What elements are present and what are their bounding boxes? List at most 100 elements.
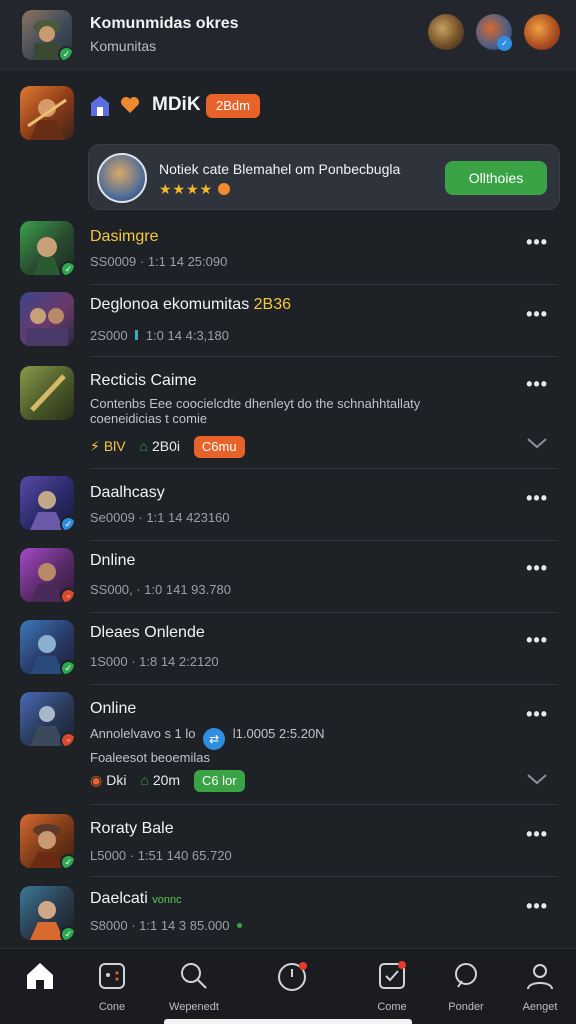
more-options-icon[interactable]: •••	[526, 304, 548, 325]
item-title-extra: vonnc	[152, 894, 182, 906]
description-line-1: Contenbs Eee coocielcdte dhenleyt do the…	[90, 396, 421, 411]
heroes-icon	[26, 308, 68, 346]
card-avatar	[97, 153, 147, 203]
chevron-down-icon[interactable]	[526, 436, 548, 450]
online-indicator-icon	[135, 330, 139, 340]
item-description: Contenbs Eee coocielcdte dhenleyt do the…	[90, 396, 450, 426]
divider	[90, 684, 558, 685]
featured-avatar[interactable]	[20, 86, 74, 140]
more-options-icon[interactable]: •••	[526, 374, 548, 395]
list-item[interactable]: ✓ Daelcati vonnc S8000 · 1:1 14 3 85.000…	[0, 880, 576, 946]
heart-icon	[121, 97, 139, 113]
item-meta: S8000 · 1:1 14 3 85.000	[90, 918, 243, 933]
status-badge-icon: ◦	[60, 588, 74, 602]
item-tag: C6mu	[193, 436, 245, 458]
nav-create[interactable]	[252, 959, 332, 1001]
divider	[90, 468, 558, 469]
item-avatar	[20, 292, 74, 346]
more-options-icon[interactable]: •••	[526, 630, 548, 651]
card-action-button[interactable]: Ollthoies	[445, 161, 547, 195]
description-text: Annolelvavo s 1 lo	[90, 726, 196, 741]
status-badge-icon: ◦	[60, 732, 74, 746]
description-line-1: Annolelvavo s 1 lo ⇄ l1.0005 2:5.20N	[90, 726, 470, 750]
item-description: Annolelvavo s 1 lo ⇄ l1.0005 2:5.20N Foa…	[90, 726, 470, 765]
home-shield-icon	[91, 96, 109, 116]
community-avatar[interactable]: ✓	[22, 10, 72, 60]
coin-icon	[218, 183, 231, 195]
item-meta: SS0009 · 1:1 14 25:090	[90, 254, 228, 269]
stat-2: 20m	[152, 772, 181, 788]
header-title: Komunmidas okres	[90, 15, 239, 32]
notification-card[interactable]: Notiek cate Blemahel om Ponbecbugla ★★★★…	[88, 144, 560, 210]
stat-1: Dki	[106, 772, 127, 788]
more-options-icon[interactable]: •••	[526, 704, 548, 725]
star-icons: ★★★★	[159, 181, 214, 197]
featured-tag: 2Bdm	[206, 94, 260, 118]
item-title: Online	[90, 700, 137, 717]
item-meta-text: S8000 · 1:1 14 3 85.000	[90, 918, 230, 933]
divider	[90, 612, 558, 613]
verified-badge-icon: ✓	[60, 926, 74, 940]
nav-games[interactable]: Cone	[72, 959, 152, 1013]
item-title: Recticis Caime	[90, 372, 197, 389]
item-meta: L5000 · 1:51 140 65.720	[90, 848, 232, 863]
more-options-icon[interactable]: •••	[526, 232, 548, 253]
list-item[interactable]: ✓ Dasimgre SS0009 · 1:1 14 25:090 •••	[0, 218, 576, 290]
item-avatar: ✓	[20, 620, 74, 674]
list-item[interactable]: Deglonoa ekomumitas 2B36 2S000 1:0 14 4:…	[0, 288, 576, 356]
verified-badge-icon: ✓	[60, 854, 74, 868]
chat-search-icon	[455, 963, 477, 988]
nav-games-label: Cone	[98, 1001, 126, 1013]
card-title: Notiek cate Blemahel om Ponbecbugla	[159, 161, 401, 177]
verified-badge-icon: ✓	[497, 36, 512, 51]
lightning-icon: ⚡	[90, 438, 100, 454]
share-icon: ⇄	[203, 728, 226, 750]
sword-icon	[30, 374, 66, 412]
timer-icon	[278, 962, 307, 991]
game-box-icon	[379, 961, 406, 989]
more-options-icon[interactable]: •••	[526, 824, 548, 845]
item-title: Deglonoa ekomumitas 2B36	[90, 296, 291, 314]
list-item[interactable]: ✓ Roraty Bale L5000 · 1:51 140 65.720 ••…	[0, 808, 576, 876]
item-avatar: ✓	[20, 886, 74, 940]
item-title: Dasimgre	[90, 228, 159, 245]
item-meta: 2S000 1:0 14 4:3,180	[90, 328, 229, 343]
bottom-navigation: Cone Wepenedt Come Ponder Aenget	[0, 948, 576, 1024]
member-avatar-3[interactable]	[524, 14, 560, 50]
home-indicator	[164, 1019, 412, 1024]
more-options-icon[interactable]: •••	[526, 558, 548, 579]
list-item[interactable]: ✓ Dleaes Onlende 1S000 · 1:8 14 2:2120 •…	[0, 616, 576, 684]
verified-badge-icon: ✓	[58, 46, 72, 60]
users-icon: ⌂	[139, 438, 148, 454]
nav-profile[interactable]: Ponder	[426, 959, 506, 1013]
item-meta: Se0009 · 1:1 14 423160	[90, 510, 230, 525]
stat-1: BlV	[103, 438, 126, 454]
item-title: Roraty Bale	[90, 820, 174, 837]
item-title: Daalhcasy	[90, 484, 165, 501]
item-meta-text: 2S000	[90, 328, 128, 343]
item-meta-extra: 1:0 14 4:3,180	[145, 328, 229, 343]
more-options-icon[interactable]: •••	[526, 896, 548, 917]
more-options-icon[interactable]: •••	[526, 488, 548, 509]
user-icon	[527, 964, 553, 990]
list-item-expanded[interactable]: ◦ Online Annolelvavo s 1 lo ⇄ l1.0005 2:…	[0, 688, 576, 804]
verified-badge-icon: ✓	[60, 516, 74, 530]
item-title-extra: 2B36	[253, 296, 292, 313]
description-line-2: coeneidicias t comie	[90, 411, 208, 426]
list-item[interactable]: ◦ Dnline SS000, · 1:0 141 93.780 •••	[0, 544, 576, 612]
featured-title: MDiK	[152, 94, 201, 115]
header-subtitle: Komunitas	[90, 38, 157, 54]
list-item[interactable]: ✓ Daalhcasy Se0009 · 1:1 14 423160 •••	[0, 472, 576, 540]
chevron-down-icon[interactable]	[526, 772, 548, 786]
item-avatar: ✓	[20, 476, 74, 530]
description-line-2: Foaleesot beoemilas	[90, 750, 210, 765]
nav-home[interactable]	[0, 959, 80, 1001]
member-avatar-1[interactable]	[428, 14, 464, 50]
nav-search[interactable]: Wepenedt	[154, 959, 234, 1013]
nav-account[interactable]: Aenget	[500, 959, 576, 1013]
item-title: Dleaes Onlende	[90, 624, 205, 641]
nav-game[interactable]: Come	[352, 959, 432, 1013]
stat-2: 2B0i	[152, 438, 181, 454]
nav-account-label: Aenget	[522, 1001, 558, 1013]
list-item-expanded[interactable]: Recticis Caime Contenbs Eee coocielcdte …	[0, 362, 576, 468]
